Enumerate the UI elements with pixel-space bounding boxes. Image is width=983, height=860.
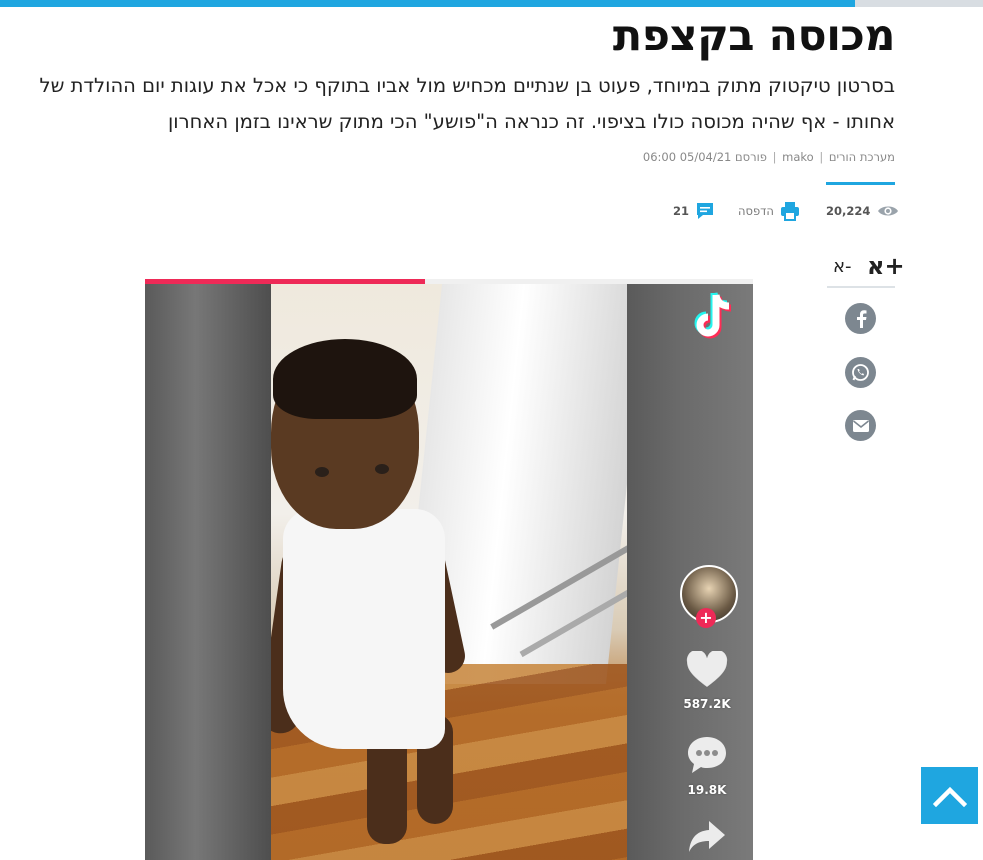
video-frame[interactable]: [271, 284, 627, 860]
views-counter: 20,224: [826, 200, 899, 222]
facebook-icon: [854, 309, 868, 328]
font-increase-button[interactable]: א+: [867, 252, 905, 280]
child-eye: [315, 467, 329, 477]
video-comment-count: 19.8K: [687, 783, 727, 797]
article-headline: מכוסה בקצפת: [612, 11, 896, 61]
video-comment-button[interactable]: 19.8K: [677, 735, 737, 797]
follow-button[interactable]: +: [696, 608, 716, 628]
print-button[interactable]: הדפסה: [738, 200, 800, 222]
printer-icon: [780, 201, 800, 221]
font-decrease-button[interactable]: א-: [833, 256, 852, 277]
article-byline: מערכת הורים | mako | פורסם 05/04/21 06:0…: [495, 150, 895, 164]
comment-bubble-icon: [686, 735, 728, 779]
heart-icon: [686, 649, 728, 693]
eye-icon: [877, 204, 899, 218]
child-eye: [375, 464, 389, 474]
print-label: הדפסה: [738, 204, 774, 218]
whatsapp-icon: [851, 363, 870, 382]
page-scroll-progress-fill: [0, 0, 856, 7]
video-blur-backdrop-left: [145, 284, 271, 860]
comments-count: 21: [673, 204, 690, 218]
comments-button[interactable]: 21: [673, 200, 715, 222]
share-email-button[interactable]: [845, 410, 876, 441]
share-arrow-icon: [687, 819, 727, 859]
tiktok-logo-icon[interactable]: [694, 291, 738, 343]
toolbar-divider: [826, 182, 895, 185]
chevron-up-icon: [932, 785, 967, 807]
like-count: 587.2K: [683, 697, 731, 711]
scroll-to-top-button[interactable]: [921, 767, 978, 824]
like-button[interactable]: 587.2K: [677, 649, 737, 711]
byline-source: mako: [782, 150, 814, 164]
byline-separator: |: [772, 150, 777, 164]
child-tank-top: [283, 509, 445, 749]
share-whatsapp-button[interactable]: [845, 357, 876, 388]
page-scroll-progress: [0, 0, 983, 7]
mail-icon: [852, 419, 870, 433]
tiktok-embed[interactable]: + 587.2K 19.8K: [145, 279, 753, 860]
byline-published: פורסם 05/04/21 06:00: [642, 150, 767, 164]
article-subtitle: בסרטון טיקטוק מתוק במיוחד, פעוט בן שנתיי…: [39, 74, 895, 133]
child-hair: [273, 339, 417, 419]
views-count: 20,224: [826, 204, 871, 218]
byline-author[interactable]: מערכת הורים: [829, 150, 895, 164]
comment-icon: [695, 201, 715, 221]
font-size-controls: א- א+: [827, 250, 905, 288]
byline-separator: |: [819, 150, 824, 164]
video-share-button[interactable]: [677, 819, 737, 859]
share-facebook-button[interactable]: [845, 303, 876, 334]
